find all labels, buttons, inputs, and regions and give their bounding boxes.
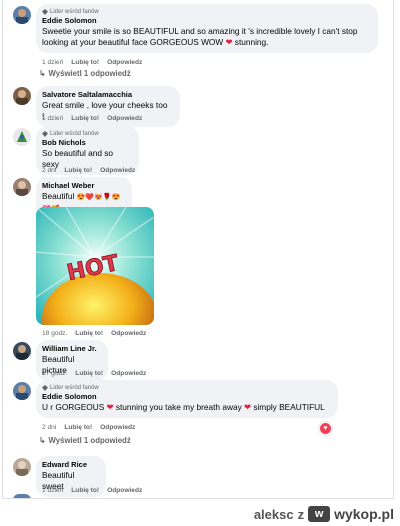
badge-label: Lider wśród fanów	[50, 9, 99, 15]
reply-arrow-icon: ↳	[39, 436, 46, 445]
diamond-icon	[42, 385, 48, 391]
diamond-icon	[42, 9, 48, 15]
avatar[interactable]	[13, 87, 31, 105]
view-replies-button[interactable]: ↳ Wyświetl 1 odpowiedź	[39, 69, 131, 78]
heart-icon: ❤	[225, 37, 233, 47]
comment-actions: 1 dzień Lubię to! Odpowiedz	[42, 58, 142, 67]
reply-button[interactable]: Odpowiedz	[107, 114, 142, 123]
comment-time[interactable]: 1 dzień	[42, 114, 63, 123]
avatar-partial	[13, 494, 31, 498]
comment-time[interactable]: 18 godz.	[42, 329, 67, 338]
view-replies-button[interactable]: ↳ Wyświetl 1 odpowiedź	[39, 436, 131, 445]
fan-badge: Lider wśród fanów	[42, 8, 370, 16]
comment-text-line1: Sweetie your smile is so BEAUTIFUL and s…	[42, 26, 358, 36]
comment-actions: 2 dni Lubię to! Odpowiedz	[42, 166, 135, 175]
reply-button[interactable]: Odpowiedz	[100, 423, 135, 432]
heart-icon: ❤	[244, 402, 251, 412]
reply-button[interactable]: Odpowiedz	[111, 369, 146, 378]
avatar[interactable]	[13, 342, 31, 360]
comment-bubble: Lider wśród fanów Eddie Solomon U r GORG…	[36, 380, 338, 418]
like-button[interactable]: Lubię to!	[75, 329, 103, 338]
comment-time[interactable]: 2 dni	[42, 166, 56, 175]
comment-time[interactable]: 17 godz.	[42, 369, 67, 378]
comment-actions: 17 godz. Lubię to! Odpowiedz	[42, 369, 146, 378]
badge-label: Lider wśród fanów	[50, 385, 99, 391]
like-button[interactable]: Lubię to!	[71, 114, 99, 123]
comment-actions: 1 dzień Lubię to! Odpowiedz	[42, 486, 142, 495]
comment-time[interactable]: 2 dni	[42, 423, 56, 432]
comment-text-line2: looking at your beautiful face GORGEOUS …	[42, 37, 269, 47]
comment-author[interactable]: Michael Weber	[42, 181, 124, 191]
reply-arrow-icon: ↳	[39, 69, 46, 78]
view-replies-label: Wyświetl 1 odpowiedź	[48, 69, 131, 78]
comment-actions: 2 dni Lubię to! Odpowiedz	[42, 423, 135, 432]
comment-time[interactable]: 1 dzień	[42, 486, 63, 495]
fan-badge: Lider wśród fanów	[42, 130, 131, 138]
comment-author[interactable]: Bob Nichols	[42, 138, 131, 148]
reply-button[interactable]: Odpowiedz	[111, 329, 146, 338]
heart-icon: ❤	[106, 402, 114, 412]
avatar[interactable]	[13, 382, 31, 400]
badge-label: Lider wśród fanów	[50, 131, 99, 137]
comment-bubble: Lider wśród fanów Eddie Solomon Sweetie …	[36, 4, 378, 53]
comment-text: U r GORGEOUS ❤ stunning you take my brea…	[42, 402, 325, 412]
like-button[interactable]: Lubię to!	[71, 58, 99, 67]
wykop-logo-icon: w	[308, 506, 331, 522]
reply-button[interactable]: Odpowiedz	[107, 58, 142, 67]
comment-time[interactable]: 1 dzień	[42, 58, 63, 67]
love-reaction-icon[interactable]: ♥	[319, 422, 332, 435]
like-button[interactable]: Lubię to!	[75, 369, 103, 378]
watermark-separator: z	[297, 506, 305, 522]
reply-button[interactable]: Odpowiedz	[107, 486, 142, 495]
like-button[interactable]: Lubię to!	[71, 486, 99, 495]
comment-author[interactable]: William Line Jr.	[42, 344, 100, 354]
comment-author[interactable]: Eddie Solomon	[42, 392, 330, 402]
avatar[interactable]	[13, 6, 31, 24]
diamond-icon	[42, 131, 48, 137]
comment-actions: 18 godz. Lubię to! Odpowiedz	[42, 329, 146, 338]
wykop-watermark: aleksc z w wykop.pl	[254, 506, 394, 522]
like-button[interactable]: Lubię to!	[64, 423, 92, 432]
like-button[interactable]: Lubię to!	[64, 166, 92, 175]
comment-image[interactable]: HOT	[36, 207, 154, 325]
watermark-user: aleksc	[253, 506, 294, 522]
avatar[interactable]	[13, 178, 31, 196]
avatar[interactable]	[13, 458, 31, 476]
comments-panel: Lider wśród fanów Eddie Solomon Sweetie …	[2, 0, 394, 499]
comment-actions: 1 dzień Lubię to! Odpowiedz	[42, 114, 142, 123]
comment-author[interactable]: Edward Rice	[42, 460, 98, 470]
reply-button[interactable]: Odpowiedz	[100, 166, 135, 175]
watermark-site: wykop.pl	[334, 506, 394, 522]
fan-badge: Lider wśród fanów	[42, 384, 330, 392]
view-replies-label: Wyświetl 1 odpowiedź	[48, 436, 131, 445]
avatar[interactable]	[13, 128, 31, 146]
comment-author[interactable]: Eddie Solomon	[42, 16, 370, 26]
comment-author[interactable]: Salvatore Saltalamacchia	[42, 90, 172, 100]
